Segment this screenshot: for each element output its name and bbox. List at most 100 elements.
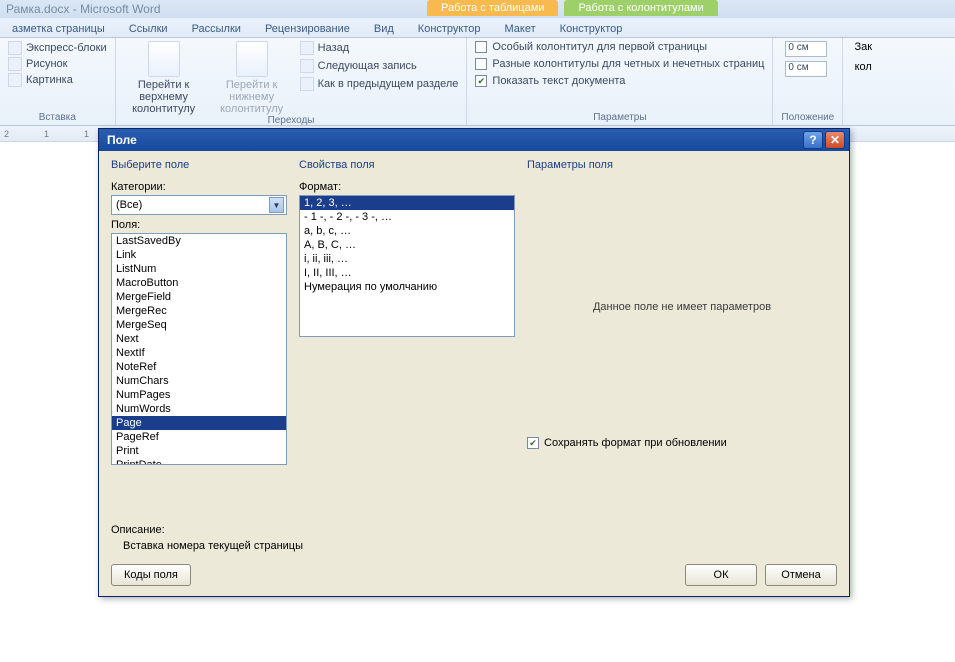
field-item[interactable]: MacroButton <box>112 276 286 290</box>
goto-footer-button: Перейти к нижнему колонтитулу <box>212 41 292 115</box>
chevron-down-icon: ▼ <box>269 197 284 213</box>
footer-from-bottom[interactable]: 0 см <box>781 61 827 77</box>
back-label: Назад <box>318 42 350 54</box>
categories-label: Категории: <box>111 181 287 193</box>
clipart-button[interactable]: Картинка <box>8 73 73 87</box>
header-pos-input[interactable]: 0 см <box>785 41 827 57</box>
field-item[interactable]: Page <box>112 416 286 430</box>
goto-header-button[interactable]: Перейти к верхнему колонтитулу <box>124 41 204 115</box>
picture-icon <box>8 57 22 71</box>
field-item[interactable]: Link <box>112 248 286 262</box>
field-item[interactable]: NumPages <box>112 388 286 402</box>
tab-designer-1[interactable]: Конструктор <box>406 21 493 37</box>
field-item[interactable]: LastSavedBy <box>112 234 286 248</box>
categories-combo[interactable]: (Все) ▼ <box>111 195 287 215</box>
next-button[interactable]: Следующая запись <box>300 59 459 73</box>
format-item[interactable]: 1, 2, 3, … <box>300 196 514 210</box>
group-nav-label: Переходы <box>124 115 459 128</box>
first-page-label: Особый колонтитул для первой страницы <box>492 41 707 53</box>
field-item[interactable]: Print <box>112 444 286 458</box>
tab-view[interactable]: Вид <box>362 21 406 37</box>
tab-links[interactable]: Ссылки <box>117 21 180 37</box>
field-item[interactable]: NumWords <box>112 402 286 416</box>
group-close: Зак кол <box>843 38 883 125</box>
contextual-tabs: Работа с таблицами Работа с колонтитулам… <box>427 0 724 16</box>
format-item[interactable]: I, II, III, … <box>300 266 514 280</box>
back-button[interactable]: Назад <box>300 41 459 55</box>
checkbox-checked-icon: ✔ <box>527 437 539 449</box>
tab-review[interactable]: Рецензирование <box>253 21 362 37</box>
goto-header-label: Перейти к верхнему колонтитулу <box>124 79 204 115</box>
ok-button[interactable]: ОК <box>685 564 757 586</box>
ruler-tick: 1 <box>84 129 89 139</box>
description-label: Описание: <box>111 524 837 536</box>
group-insert: Экспресс-блоки Рисунок Картинка Вставка <box>0 38 116 125</box>
next-label: Следующая запись <box>318 60 417 72</box>
show-text-label: Показать текст документа <box>492 75 625 87</box>
group-options-label: Параметры <box>475 112 764 125</box>
picture-label: Рисунок <box>26 58 68 70</box>
header-from-top[interactable]: 0 см <box>781 41 827 57</box>
tab-layout[interactable]: Макет <box>493 21 548 37</box>
group-position-label: Положение <box>781 112 834 125</box>
format-listbox[interactable]: 1, 2, 3, …- 1 -, - 2 -, - 3 -, …a, b, c,… <box>299 195 515 337</box>
field-item[interactable]: MergeRec <box>112 304 286 318</box>
field-item[interactable]: NoteRef <box>112 360 286 374</box>
description-text: Вставка номера текущей страницы <box>111 536 837 552</box>
select-field-heading: Выберите поле <box>111 159 287 171</box>
show-text-checkbox[interactable]: ✔ Показать текст документа <box>475 75 625 87</box>
field-codes-button[interactable]: Коды поля <box>111 564 191 586</box>
fields-label: Поля: <box>111 219 287 231</box>
fields-listbox[interactable]: LastSavedByLinkListNumMacroButtonMergeFi… <box>111 233 287 465</box>
field-item[interactable]: NumChars <box>112 374 286 388</box>
dialog-titlebar[interactable]: Поле ? ✕ <box>99 129 849 151</box>
field-item[interactable]: ListNum <box>112 262 286 276</box>
field-item[interactable]: MergeField <box>112 290 286 304</box>
field-params-heading: Параметры поля <box>527 159 837 171</box>
close-label-2: кол <box>855 61 872 73</box>
footer-icon <box>236 41 268 77</box>
checkbox-checked-icon: ✔ <box>475 75 487 87</box>
first-page-checkbox[interactable]: Особый колонтитул для первой страницы <box>475 41 707 53</box>
same-as-prev-button[interactable]: Как в предыдущем разделе <box>300 77 459 91</box>
same-as-prev-label: Как в предыдущем разделе <box>318 78 459 90</box>
ruler-tick: 1 <box>44 129 49 139</box>
preserve-format-checkbox[interactable]: ✔ Сохранять формат при обновлении <box>527 437 837 449</box>
format-label: Формат: <box>299 181 515 193</box>
preserve-label: Сохранять формат при обновлении <box>544 437 727 449</box>
tab-page-layout[interactable]: азметка страницы <box>0 21 117 37</box>
field-item[interactable]: PageRef <box>112 430 286 444</box>
picture-button[interactable]: Рисунок <box>8 57 68 71</box>
format-item[interactable]: i, ii, iii, … <box>300 252 514 266</box>
checkbox-icon <box>475 58 487 70</box>
format-item[interactable]: Нумерация по умолчанию <box>300 280 514 294</box>
express-icon <box>8 41 22 55</box>
format-item[interactable]: A, B, C, … <box>300 238 514 252</box>
ribbon-tabs: азметка страницы Ссылки Рассылки Рецензи… <box>0 18 955 38</box>
tab-mailings[interactable]: Рассылки <box>180 21 253 37</box>
field-props-heading: Свойства поля <box>299 159 515 171</box>
close-button[interactable]: ✕ <box>825 131 845 149</box>
ribbon: Экспресс-блоки Рисунок Картинка Вставка … <box>0 38 955 126</box>
ctx-tab-headers[interactable]: Работа с колонтитулами <box>564 0 717 16</box>
express-label: Экспресс-блоки <box>26 42 107 54</box>
field-item[interactable]: PrintDate <box>112 458 286 465</box>
group-options: Особый колонтитул для первой страницы Ра… <box>467 38 773 125</box>
odd-even-checkbox[interactable]: Разные колонтитулы для четных и нечетных… <box>475 58 764 70</box>
format-item[interactable]: - 1 -, - 2 -, - 3 -, … <box>300 210 514 224</box>
express-blocks-button[interactable]: Экспресс-блоки <box>8 41 107 55</box>
odd-even-label: Разные колонтитулы для четных и нечетных… <box>492 58 764 70</box>
header-icon <box>148 41 180 77</box>
field-item[interactable]: NextIf <box>112 346 286 360</box>
tab-designer-2[interactable]: Конструктор <box>548 21 635 37</box>
ctx-tab-tables[interactable]: Работа с таблицами <box>427 0 558 16</box>
field-item[interactable]: Next <box>112 332 286 346</box>
help-button[interactable]: ? <box>803 131 823 149</box>
footer-pos-input[interactable]: 0 см <box>785 61 827 77</box>
group-navigation: Перейти к верхнему колонтитулу Перейти к… <box>116 38 468 125</box>
field-item[interactable]: MergeSeq <box>112 318 286 332</box>
cancel-button[interactable]: Отмена <box>765 564 837 586</box>
checkbox-icon <box>475 41 487 53</box>
ruler-tick: 2 <box>4 129 9 139</box>
format-item[interactable]: a, b, c, … <box>300 224 514 238</box>
